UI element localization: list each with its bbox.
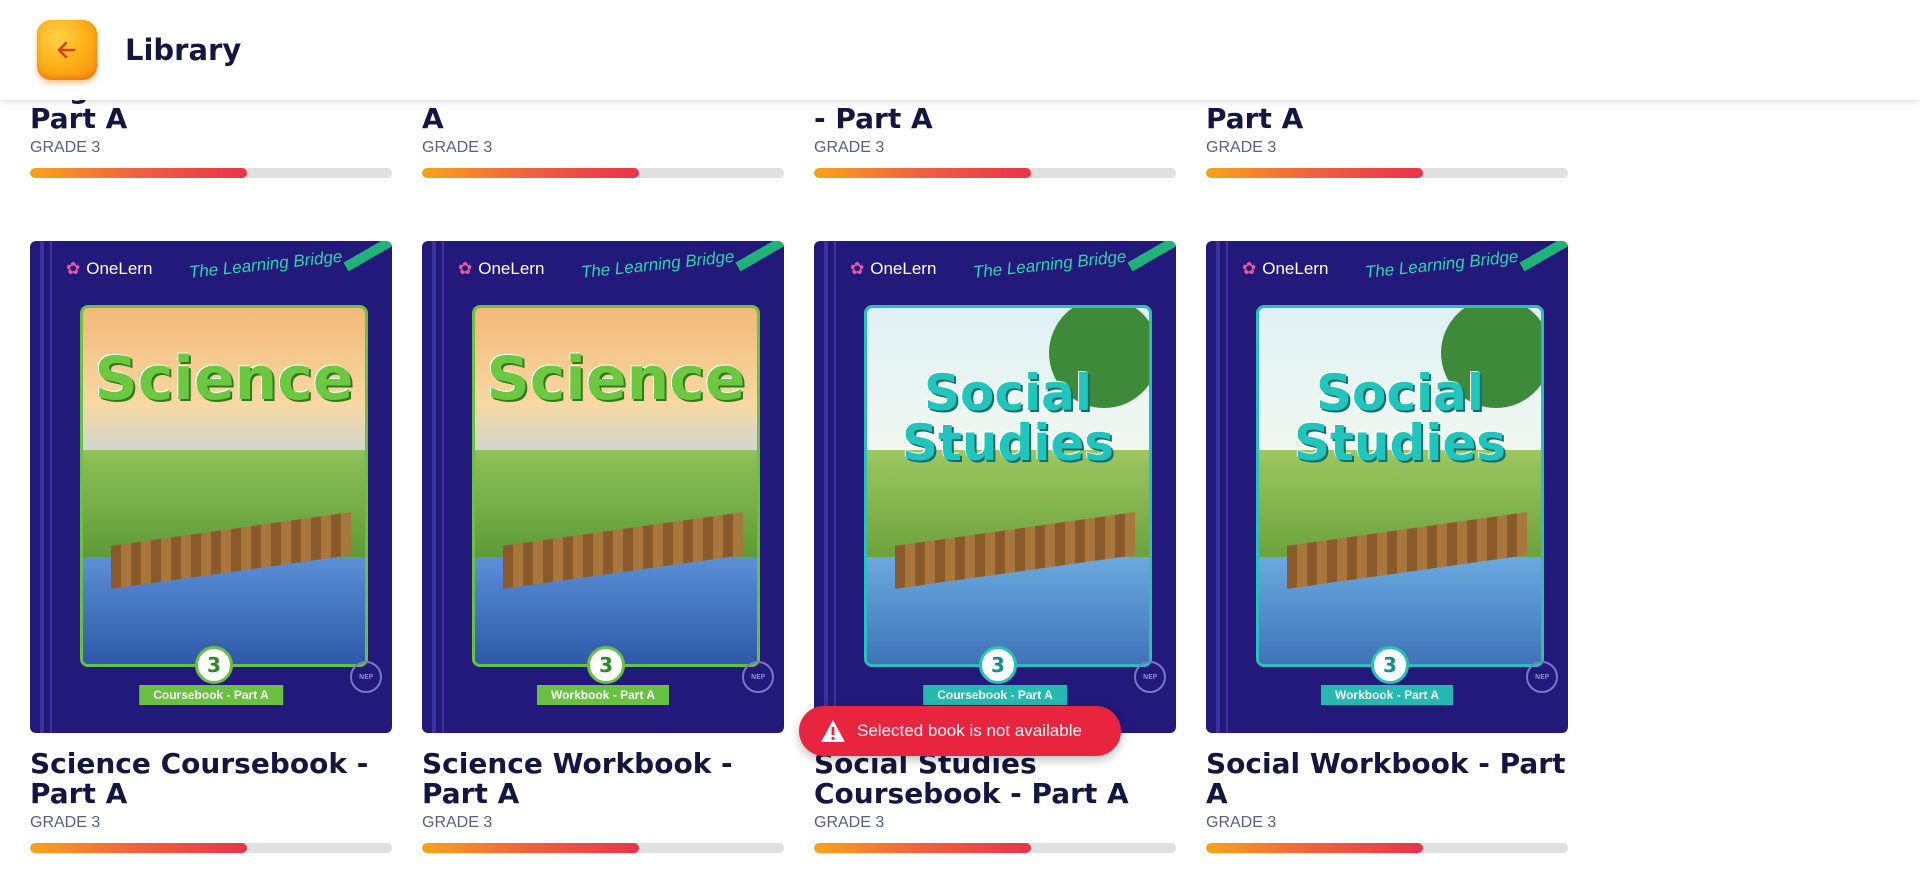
reading-progress-bar (422, 168, 784, 178)
error-toast: Selected book is not available (799, 706, 1121, 756)
cover-illustration: Social Studies (864, 305, 1152, 667)
book-cover[interactable]: ✿ OneLern The Learning Bridge Science 3 W… (422, 241, 784, 733)
cover-subject: Science (486, 344, 746, 414)
cover-ribbon: Workbook - Part A (536, 685, 670, 705)
cover-ribbon: Coursebook - Part A (923, 685, 1067, 705)
cover-subject: Social Studies (901, 364, 1115, 472)
book-cover[interactable]: ✿ OneLern The Learning Bridge Social Studi… (1206, 241, 1568, 733)
reading-progress-bar (814, 843, 1176, 853)
book-card[interactable]: ✿ OneLern The Learning Bridge Social Studi… (814, 241, 1176, 853)
book-grade: GRADE 3 (30, 814, 101, 831)
reading-progress-bar (422, 843, 784, 853)
cover-tagline: The Learning Bridge (972, 246, 1128, 282)
book-title: Social Workbook - Part A (1206, 747, 1566, 810)
book-grade: GRADE 3 (1206, 814, 1277, 831)
cover-grade-number: 3 (979, 646, 1017, 684)
warning-icon (821, 720, 845, 742)
cover-grade-number: 3 (195, 646, 233, 684)
book-grade: GRADE 3 (1206, 139, 1277, 156)
cover-illustration: Social Studies (1256, 305, 1544, 667)
cover-illustration: Science (472, 305, 760, 667)
cover-tagline: The Learning Bridge (1364, 246, 1520, 282)
book-cover[interactable]: ✿ OneLern The Learning Bridge Science 3 C… (30, 241, 392, 733)
book-grade: GRADE 3 (422, 814, 493, 831)
reading-progress-bar (30, 843, 392, 853)
book-card[interactable]: ✿ OneLern The Learning Bridge Science 3 W… (422, 241, 784, 853)
onelern-logo: ✿ OneLern (458, 259, 545, 278)
book-card[interactable]: ✿ OneLern The Learning Bridge Social Studi… (1206, 241, 1568, 853)
reading-progress-bar (1206, 843, 1568, 853)
cover-subject: Science (94, 344, 354, 414)
book-title: Social Studies Coursebook - Part A (814, 747, 1129, 810)
cover-illustration: Science (80, 305, 368, 667)
cover-tagline: The Learning Bridge (188, 246, 344, 282)
nep-badge: NEP (350, 661, 382, 693)
onelern-logo: ✿ OneLern (66, 259, 153, 278)
book-cover[interactable]: ✿ OneLern The Learning Bridge Social Studi… (814, 241, 1176, 733)
arrow-left-icon (57, 41, 76, 59)
book-grade: GRADE 3 (422, 139, 493, 156)
reading-progress-bar (1206, 168, 1568, 178)
book-card[interactable]: ✿ OneLern The Learning Bridge Science 3 C… (30, 241, 392, 853)
cover-ribbon: Workbook - Part A (1320, 685, 1454, 705)
reading-progress-bar (814, 168, 1176, 178)
book-grade: GRADE 3 (30, 139, 101, 156)
cover-grade-number: 3 (587, 646, 625, 684)
book-grade: GRADE 3 (814, 139, 885, 156)
cover-grade-number: 3 (1371, 646, 1409, 684)
book-title: Science Coursebook - Part A (30, 747, 369, 810)
book-title: Science Workbook - Part A (422, 747, 733, 810)
reading-progress-bar (30, 168, 392, 178)
cover-ribbon: Coursebook - Part A (139, 685, 283, 705)
nep-badge: NEP (1526, 661, 1558, 693)
nep-badge: NEP (1134, 661, 1166, 693)
nep-badge: NEP (742, 661, 774, 693)
app-header: Library (0, 0, 1920, 100)
book-grade: GRADE 3 (814, 814, 885, 831)
page-title: Library (125, 33, 242, 67)
back-button[interactable] (37, 20, 97, 80)
onelern-logo: ✿ OneLern (850, 259, 937, 278)
cover-tagline: The Learning Bridge (580, 246, 736, 282)
cover-subject: Social Studies (1293, 364, 1507, 472)
toast-message: Selected book is not available (857, 721, 1082, 740)
onelern-logo: ✿ OneLern (1242, 259, 1329, 278)
